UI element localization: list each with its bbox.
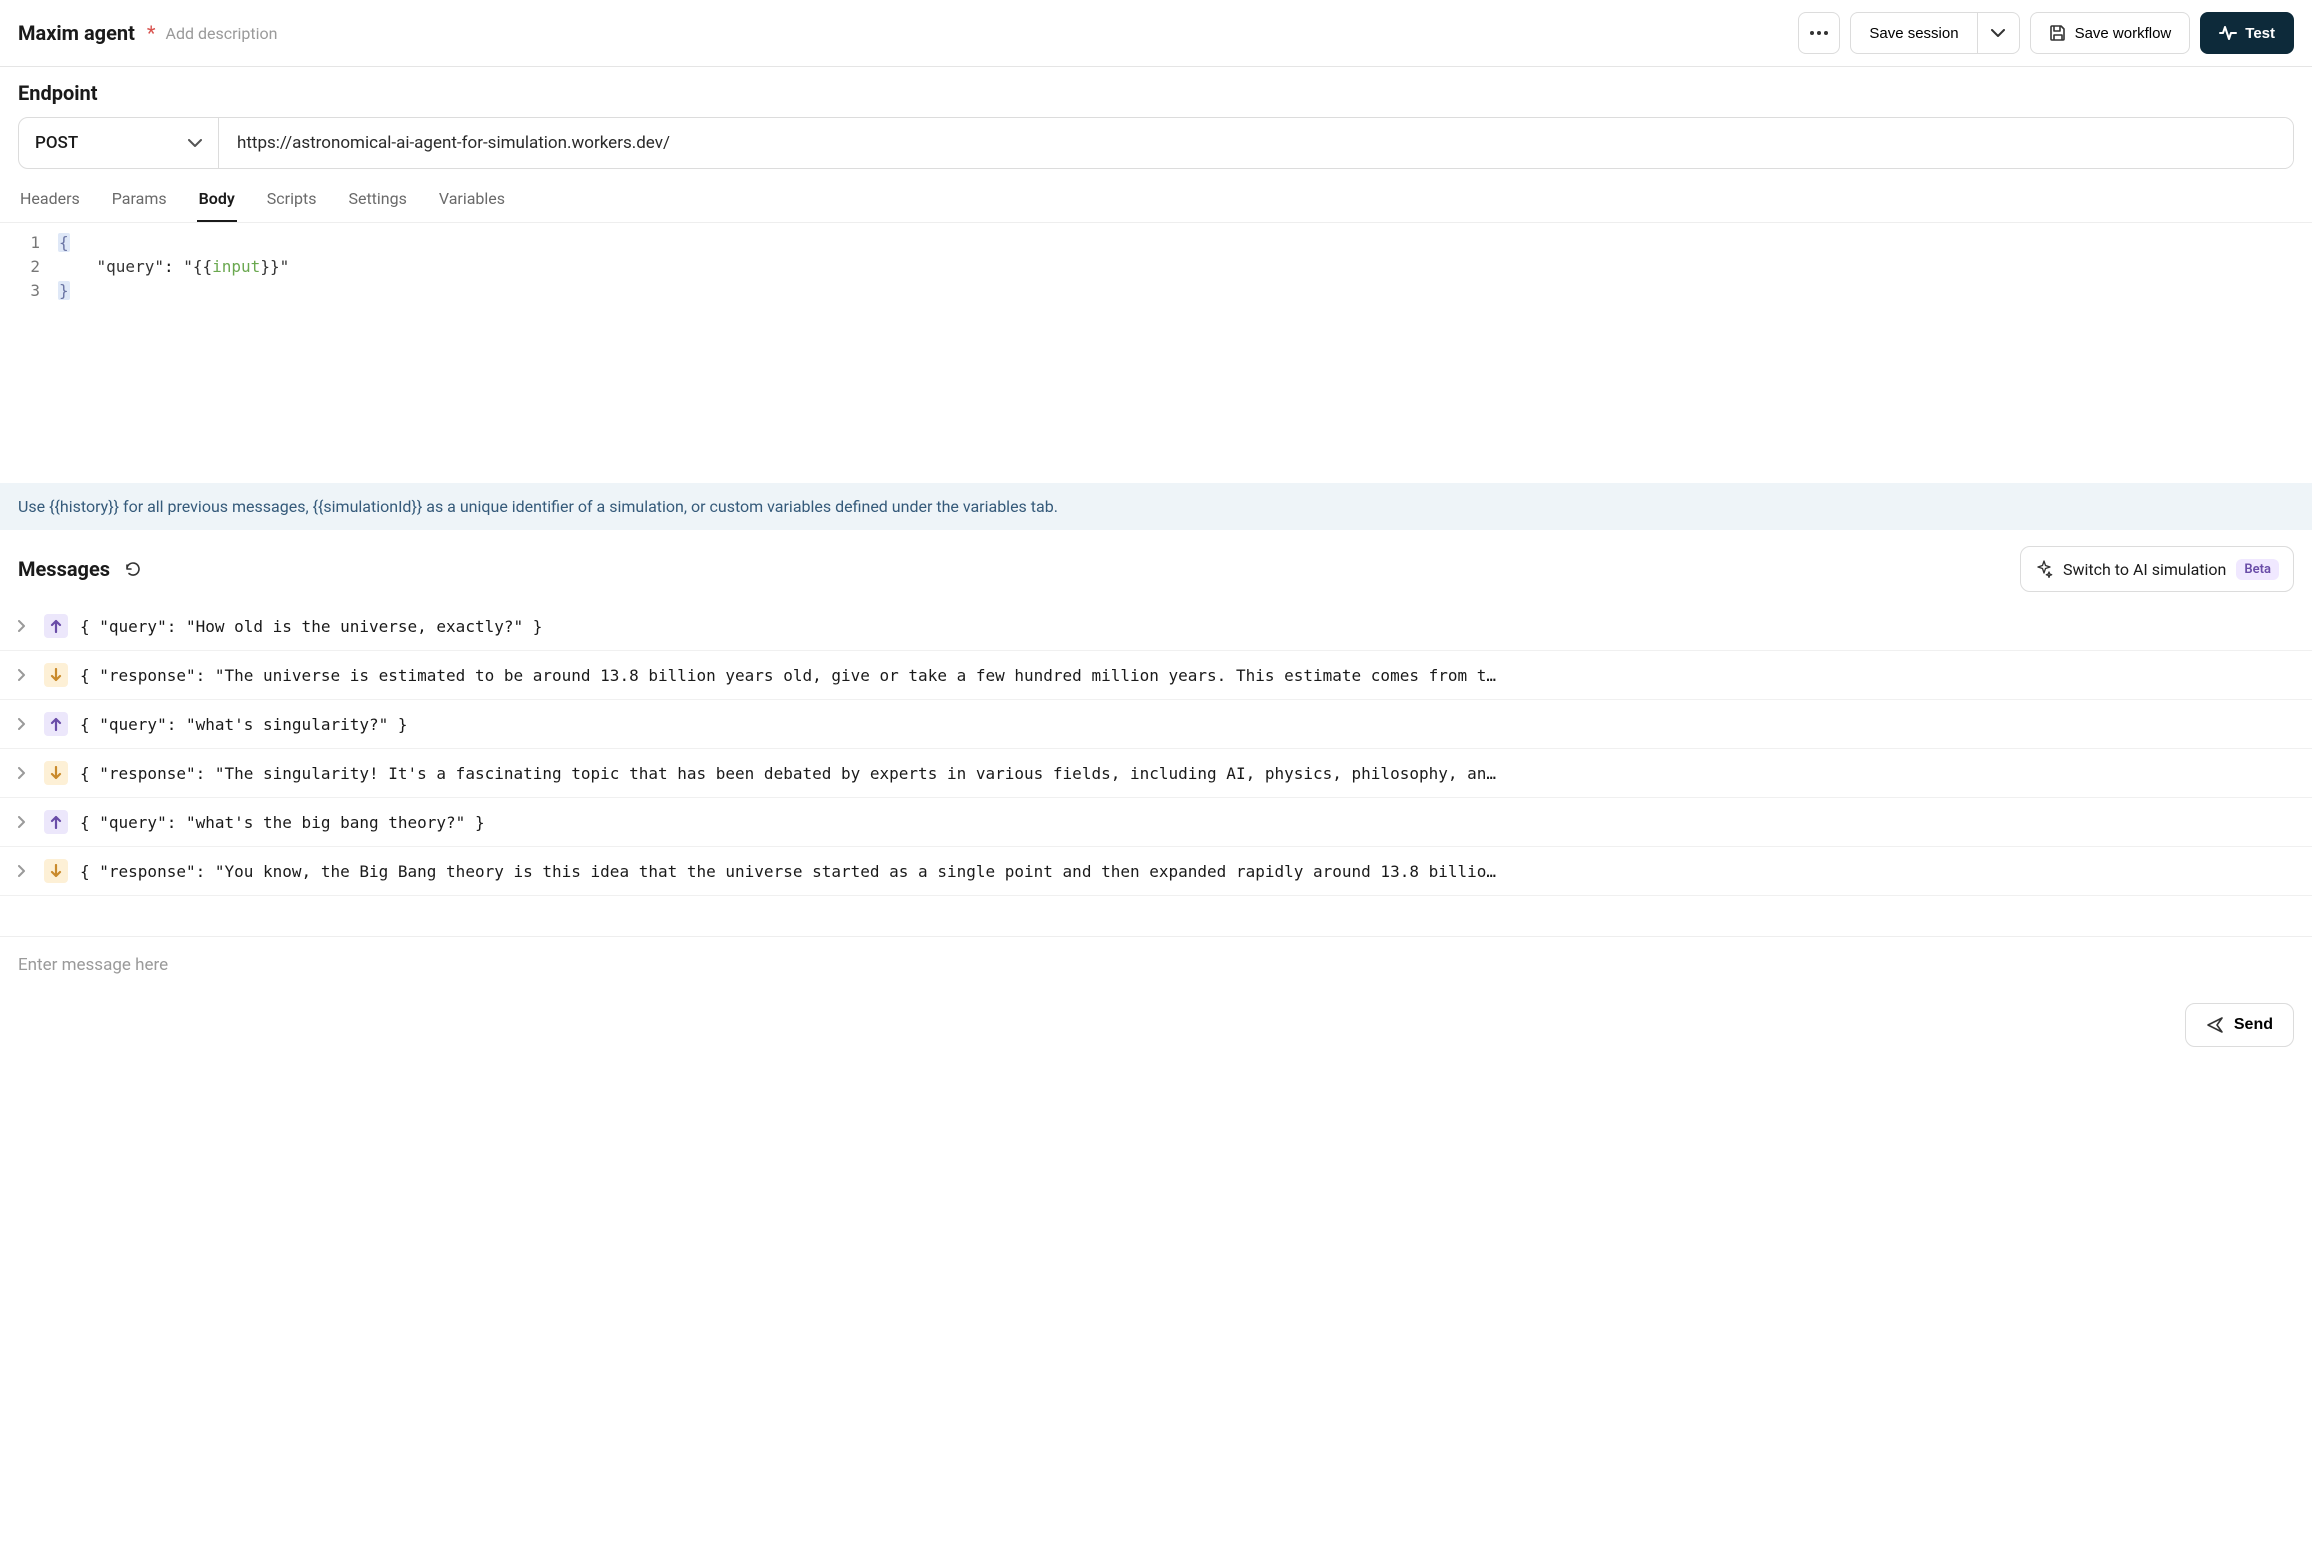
message-input[interactable] (18, 955, 2294, 975)
template-variable: input (212, 257, 260, 276)
save-session-group: Save session (1850, 12, 2019, 54)
json-key: "query" (97, 257, 164, 276)
line-number: 3 (18, 281, 58, 305)
brace-open: { (58, 233, 70, 252)
switch-to-ai-label: Switch to AI simulation (2063, 560, 2226, 579)
message-text: { "query": "what's singularity?" } (80, 715, 408, 734)
http-method-select[interactable]: POST (19, 118, 219, 168)
http-method-value: POST (35, 133, 78, 153)
endpoint-box: POST (18, 117, 2294, 169)
test-label: Test (2245, 25, 2275, 42)
top-actions: Save session Save workflow Test (1798, 12, 2294, 54)
endpoint-section: Endpoint (0, 67, 2312, 111)
tab-variables[interactable]: Variables (437, 181, 507, 222)
more-menu-button[interactable] (1798, 12, 1840, 54)
tab-body[interactable]: Body (197, 181, 237, 222)
message-text: { "response": "The singularity! It's a f… (80, 764, 1496, 783)
arrow-down-icon (50, 668, 62, 682)
message-row[interactable]: { "response": "You know, the Big Bang th… (0, 847, 2312, 896)
send-icon (2206, 1016, 2224, 1034)
arrow-down-icon (50, 766, 62, 780)
message-input-area: Send (0, 936, 2312, 1065)
request-direction-badge (44, 810, 68, 834)
messages-list: { "query": "How old is the universe, exa… (0, 602, 2312, 896)
chevron-right-icon[interactable] (18, 767, 32, 779)
refresh-button[interactable] (124, 560, 142, 578)
endpoint-section-title: Endpoint (18, 81, 2294, 105)
send-button[interactable]: Send (2185, 1003, 2294, 1047)
message-text: { "response": "You know, the Big Bang th… (80, 862, 1496, 881)
send-row: Send (18, 1003, 2294, 1047)
save-session-dropdown[interactable] (1978, 12, 2020, 54)
more-icon (1810, 31, 1828, 35)
message-row[interactable]: { "query": "what's singularity?" } (0, 700, 2312, 749)
arrow-up-icon (50, 815, 62, 829)
request-direction-badge (44, 614, 68, 638)
chevron-right-icon[interactable] (18, 718, 32, 730)
tab-settings[interactable]: Settings (346, 181, 408, 222)
message-text: { "query": "How old is the universe, exa… (80, 617, 542, 636)
test-button[interactable]: Test (2200, 12, 2294, 54)
chevron-right-icon[interactable] (18, 669, 32, 681)
send-label: Send (2234, 1016, 2273, 1034)
messages-title: Messages (18, 557, 110, 581)
sparkles-icon (2035, 560, 2053, 578)
line-number: 2 (18, 257, 58, 281)
agent-title[interactable]: Maxim agent (18, 21, 135, 45)
message-row[interactable]: { "query": "How old is the universe, exa… (0, 602, 2312, 651)
line-number: 1 (18, 233, 58, 257)
save-session-button[interactable]: Save session (1850, 12, 1977, 54)
message-text: { "response": "The universe is estimated… (80, 666, 1496, 685)
response-direction-badge (44, 859, 68, 883)
save-session-label: Save session (1869, 25, 1958, 42)
unsaved-indicator: * (147, 21, 156, 45)
save-icon (2049, 24, 2067, 42)
message-row[interactable]: { "query": "what's the big bang theory?"… (0, 798, 2312, 847)
tab-headers[interactable]: Headers (18, 181, 82, 222)
request-direction-badge (44, 712, 68, 736)
beta-badge: Beta (2236, 559, 2279, 580)
open-bind: "{{ (183, 257, 212, 276)
response-direction-badge (44, 761, 68, 785)
code-line: 3 } (18, 281, 2294, 305)
activity-icon (2219, 24, 2237, 42)
variables-hint: Use {{history}} for all previous message… (0, 483, 2312, 530)
save-workflow-button[interactable]: Save workflow (2030, 12, 2191, 54)
endpoint-url-input[interactable] (219, 118, 2293, 168)
refresh-icon (124, 560, 142, 578)
chevron-right-icon[interactable] (18, 865, 32, 877)
arrow-up-icon (50, 717, 62, 731)
endpoint-row: POST (0, 111, 2312, 169)
chevron-right-icon[interactable] (18, 620, 32, 632)
arrow-down-icon (50, 864, 62, 878)
tab-scripts[interactable]: Scripts (265, 181, 319, 222)
add-description[interactable]: Add description (166, 24, 278, 43)
chevron-down-icon (1991, 29, 2005, 37)
tab-params[interactable]: Params (110, 181, 169, 222)
chevron-right-icon[interactable] (18, 816, 32, 828)
messages-header: Messages Switch to AI simulation Beta (0, 530, 2312, 592)
body-editor[interactable]: 1 { 2 "query": "{{input}}" 3 } (0, 223, 2312, 483)
message-text: { "query": "what's the big bang theory?"… (80, 813, 485, 832)
request-tabs: Headers Params Body Scripts Settings Var… (0, 169, 2312, 223)
save-workflow-label: Save workflow (2075, 25, 2172, 42)
response-direction-badge (44, 663, 68, 687)
switch-to-ai-simulation-button[interactable]: Switch to AI simulation Beta (2020, 546, 2294, 592)
code-line: 2 "query": "{{input}}" (18, 257, 2294, 281)
title-wrap: Maxim agent * Add description (18, 21, 278, 45)
top-bar: Maxim agent * Add description Save sessio… (0, 0, 2312, 67)
chevron-down-icon (188, 139, 202, 147)
message-row[interactable]: { "response": "The universe is estimated… (0, 651, 2312, 700)
arrow-up-icon (50, 619, 62, 633)
message-row[interactable]: { "response": "The singularity! It's a f… (0, 749, 2312, 798)
code-line: 1 { (18, 233, 2294, 257)
close-bind: }}" (260, 257, 289, 276)
brace-close: } (58, 281, 70, 300)
